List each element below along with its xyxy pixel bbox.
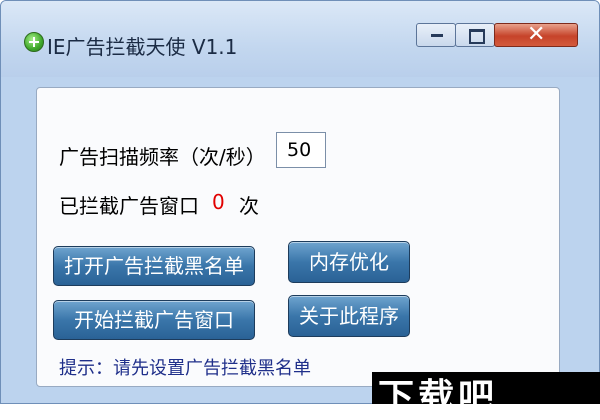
minimize-button[interactable]: [416, 23, 456, 47]
app-add-icon: [24, 32, 44, 52]
scan-rate-label: 广告扫描频率（次/秒）: [59, 145, 266, 169]
about-program-button[interactable]: 关于此程序: [288, 295, 410, 337]
app-window: IE广告拦截天使 V1.1 ✕ 广告扫描频率（次/秒） 已拦截广告窗口 0 次 …: [0, 0, 600, 404]
memory-optimize-button[interactable]: 内存优化: [288, 241, 410, 283]
blocked-count-label: 已拦截广告窗口: [59, 194, 199, 218]
minimize-icon: [431, 34, 443, 37]
blocked-count-value: 0: [212, 190, 225, 214]
maximize-button[interactable]: [455, 23, 495, 47]
maximize-icon: [469, 29, 485, 44]
window-title: IE广告拦截天使 V1.1: [47, 35, 238, 59]
scan-rate-input[interactable]: [276, 132, 326, 168]
start-blocking-button[interactable]: 开始拦截广告窗口: [53, 300, 255, 340]
watermark-text: 下载吧: [378, 377, 499, 418]
hint-text: 提示：请先设置广告拦截黑名单: [59, 358, 311, 379]
close-icon: ✕: [527, 22, 546, 47]
open-blacklist-button[interactable]: 打开广告拦截黑名单: [53, 246, 255, 286]
title-bar[interactable]: IE广告拦截天使 V1.1 ✕: [1, 1, 599, 77]
close-button[interactable]: ✕: [494, 23, 578, 47]
watermark-logo: 下载吧: [372, 372, 600, 418]
blocked-count-unit: 次: [239, 194, 259, 218]
